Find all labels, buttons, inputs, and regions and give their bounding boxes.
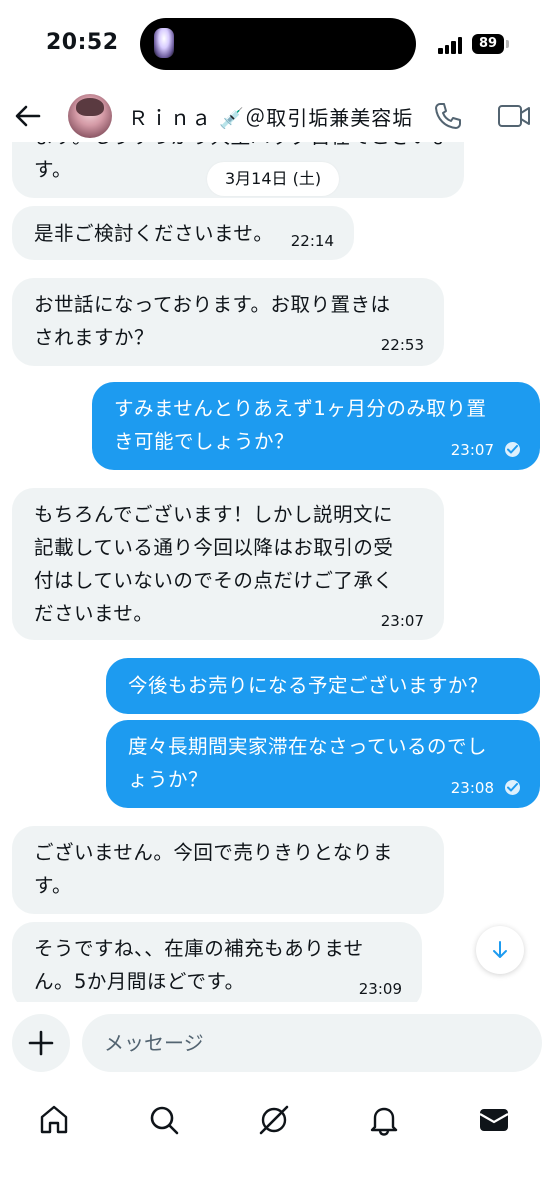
- message-text: 度々長期間実家滞在なさっているのでし: [128, 735, 488, 758]
- read-check-icon: [505, 780, 520, 795]
- message-bubble-incoming[interactable]: 是非ご検討くださいませ。 22:14: [12, 206, 354, 260]
- plus-icon: [28, 1030, 54, 1056]
- back-button[interactable]: [10, 98, 46, 134]
- status-bar: 20:52 89: [0, 0, 552, 90]
- mail-icon: [479, 1109, 509, 1131]
- nav-search[interactable]: [144, 1100, 184, 1140]
- message-timestamp: 23:08: [450, 779, 494, 797]
- message-text: 是非ご検討くださいませ。: [34, 222, 274, 245]
- arrow-down-icon: [493, 941, 507, 958]
- message-text: もちろんでございます！しかし説明文に: [34, 503, 394, 526]
- video-camera-icon: [498, 105, 530, 127]
- message-bubble-incoming[interactable]: ございません。今回で売りきりとなりま す。: [12, 826, 444, 914]
- cellular-signal-icon: [438, 36, 466, 54]
- message-timestamp: 22:53: [380, 336, 424, 354]
- read-check-icon: [505, 442, 520, 457]
- phone-icon: [435, 103, 461, 129]
- message-text: 今後もお売りになる予定ございますか？: [128, 674, 489, 697]
- video-call-button[interactable]: [494, 98, 534, 134]
- message-timestamp: 22:14: [290, 232, 334, 250]
- message-text: すみませんとりあえず1ヶ月分のみ取り置: [114, 397, 487, 420]
- bell-icon: [370, 1107, 398, 1136]
- message-bubble-incoming[interactable]: お世話になっております。お取り置きは されますか？ 22:53: [12, 278, 444, 366]
- message-timestamp: 23:07: [380, 612, 424, 630]
- home-icon: [40, 1105, 68, 1134]
- scroll-to-bottom-button[interactable]: [476, 926, 524, 974]
- message-list[interactable]: ます。もうすっかり大型バッグ自在でございます。 す。 3月14日 (土) 是非ご…: [0, 142, 552, 1002]
- grok-icon: [259, 1105, 289, 1135]
- message-text: す。: [34, 874, 73, 897]
- avatar[interactable]: [68, 94, 112, 138]
- message-bubble-outgoing[interactable]: 今後もお売りになる予定ございますか？: [106, 658, 540, 714]
- battery-icon: 89: [472, 34, 504, 54]
- date-divider: 3月14日 (土): [207, 162, 340, 196]
- message-text: 付はしていないのでその点だけご了承く: [34, 569, 394, 592]
- message-bubble-outgoing[interactable]: すみませんとりあえず1ヶ月分のみ取り置 き可能でしょうか？ 23:07: [92, 382, 540, 470]
- call-button[interactable]: [430, 98, 466, 134]
- message-text: お世話になっております。お取り置きは: [34, 293, 391, 316]
- status-time: 20:52: [46, 30, 119, 55]
- arrow-left-icon: [15, 105, 41, 127]
- conversation-header: Ｒｉｎａ 💉＠取引垢兼美容垢: [0, 90, 552, 142]
- message-text: そうですね、、在庫の補充もありませ: [34, 937, 364, 960]
- message-text: されますか？: [34, 326, 155, 349]
- flashlight-indicator-icon: [154, 28, 174, 58]
- message-bubble-incoming[interactable]: もちろんでございます！しかし説明文に 記載している通り今回以降はお取引の受 付は…: [12, 488, 444, 640]
- message-timestamp: 23:07: [450, 441, 494, 459]
- message-text: 記載している通り今回以降はお取引の受: [34, 536, 394, 559]
- dynamic-island: [140, 18, 416, 70]
- battery-tip: [506, 40, 509, 48]
- message-text: ださいませ。: [34, 602, 154, 625]
- message-bubble-incoming[interactable]: そうですね、、在庫の補充もありませ ん。5か月間ほどです。 23:09: [12, 922, 422, 1002]
- message-text: ます。もうすっかり大型バッグ自在でございます。: [34, 142, 442, 153]
- nav-messages[interactable]: [474, 1100, 514, 1140]
- nav-grok[interactable]: [254, 1100, 294, 1140]
- nav-notifications[interactable]: [364, 1100, 404, 1140]
- bottom-navigation: [0, 1086, 552, 1156]
- message-bubble-outgoing[interactable]: 度々長期間実家滞在なさっているのでし ょうか？ 23:08: [106, 720, 540, 808]
- search-icon: [150, 1106, 179, 1135]
- message-timestamp: 23:09: [358, 980, 402, 998]
- nav-home[interactable]: [34, 1100, 74, 1140]
- contact-name[interactable]: Ｒｉｎａ 💉＠取引垢兼美容垢: [128, 102, 413, 131]
- message-text: ございません。今回で売りきりとなりま: [34, 841, 393, 864]
- message-input[interactable]: [82, 1014, 542, 1072]
- message-text: ん。5か月間ほどです。: [34, 970, 245, 993]
- message-composer: [0, 1010, 552, 1080]
- attach-button[interactable]: [12, 1014, 70, 1072]
